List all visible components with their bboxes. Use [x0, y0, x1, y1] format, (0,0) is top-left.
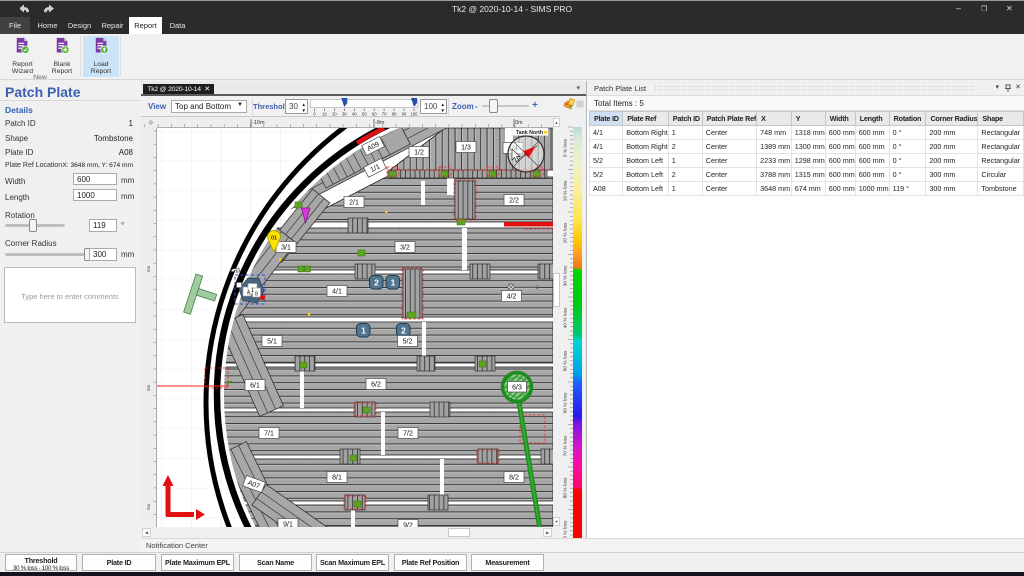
svg-text:6/1: 6/1: [250, 383, 260, 390]
svg-text:1: 1: [361, 326, 366, 336]
svg-text:01: 01: [271, 236, 277, 242]
svg-text:8/2: 8/2: [509, 475, 519, 482]
svg-text:80: 80: [392, 112, 397, 117]
svg-text:60 % loss: 60 % loss: [563, 392, 569, 413]
svg-text:100: 100: [411, 112, 419, 117]
svg-text:90: 90: [402, 112, 407, 117]
svg-text:-10m: -10m: [252, 120, 265, 126]
svg-text:6/3: 6/3: [512, 384, 522, 391]
svg-text:4/1: 4/1: [332, 289, 342, 296]
svg-text:Tank North: Tank North: [516, 130, 543, 136]
svg-text:50 % loss: 50 % loss: [563, 350, 569, 371]
svg-text:40 % loss: 40 % loss: [563, 307, 569, 328]
svg-text:5/1: 5/1: [267, 339, 277, 346]
svg-text:5/2: 5/2: [403, 339, 413, 346]
svg-text:8/1: 8/1: [332, 475, 342, 482]
svg-text:2/1: 2/1: [349, 200, 359, 207]
svg-text:2: 2: [401, 326, 406, 336]
svg-text:10 % loss: 10 % loss: [563, 180, 569, 201]
svg-text:7/1: 7/1: [264, 431, 274, 438]
svg-text:70: 70: [382, 112, 387, 117]
svg-text:0m: 0m: [146, 384, 151, 391]
svg-text:1/2: 1/2: [414, 150, 424, 157]
svg-text:10: 10: [322, 112, 327, 117]
svg-text:-8m: -8m: [375, 120, 385, 126]
svg-text:30: 30: [342, 112, 347, 117]
svg-text:7/2: 7/2: [403, 431, 413, 438]
svg-text:2/2: 2/2: [509, 198, 519, 205]
svg-text:60: 60: [372, 112, 377, 117]
svg-text:3/2: 3/2: [400, 245, 410, 252]
svg-text:0 % loss: 0 % loss: [563, 138, 569, 157]
svg-text:3/1: 3/1: [281, 245, 291, 252]
svg-text:20 % loss: 20 % loss: [563, 222, 569, 243]
svg-text:6/2: 6/2: [371, 382, 381, 389]
svg-text:70 % loss: 70 % loss: [563, 435, 569, 456]
svg-text:20: 20: [332, 112, 337, 117]
svg-text:1: 1: [391, 278, 396, 288]
svg-text:50: 50: [362, 112, 367, 117]
svg-text:5m: 5m: [146, 503, 151, 510]
svg-text:4/2: 4/2: [507, 294, 517, 301]
svg-text:✥: ✥: [148, 119, 154, 127]
svg-text:40: 40: [352, 112, 357, 117]
svg-text:80 % loss: 80 % loss: [563, 477, 569, 498]
svg-text:30 % loss: 30 % loss: [563, 265, 569, 286]
svg-text:0m: 0m: [515, 120, 523, 126]
svg-text:2: 2: [374, 278, 379, 288]
svg-text:0: 0: [313, 112, 316, 117]
svg-text:1/3: 1/3: [461, 145, 471, 152]
svg-text:5m: 5m: [146, 265, 151, 272]
